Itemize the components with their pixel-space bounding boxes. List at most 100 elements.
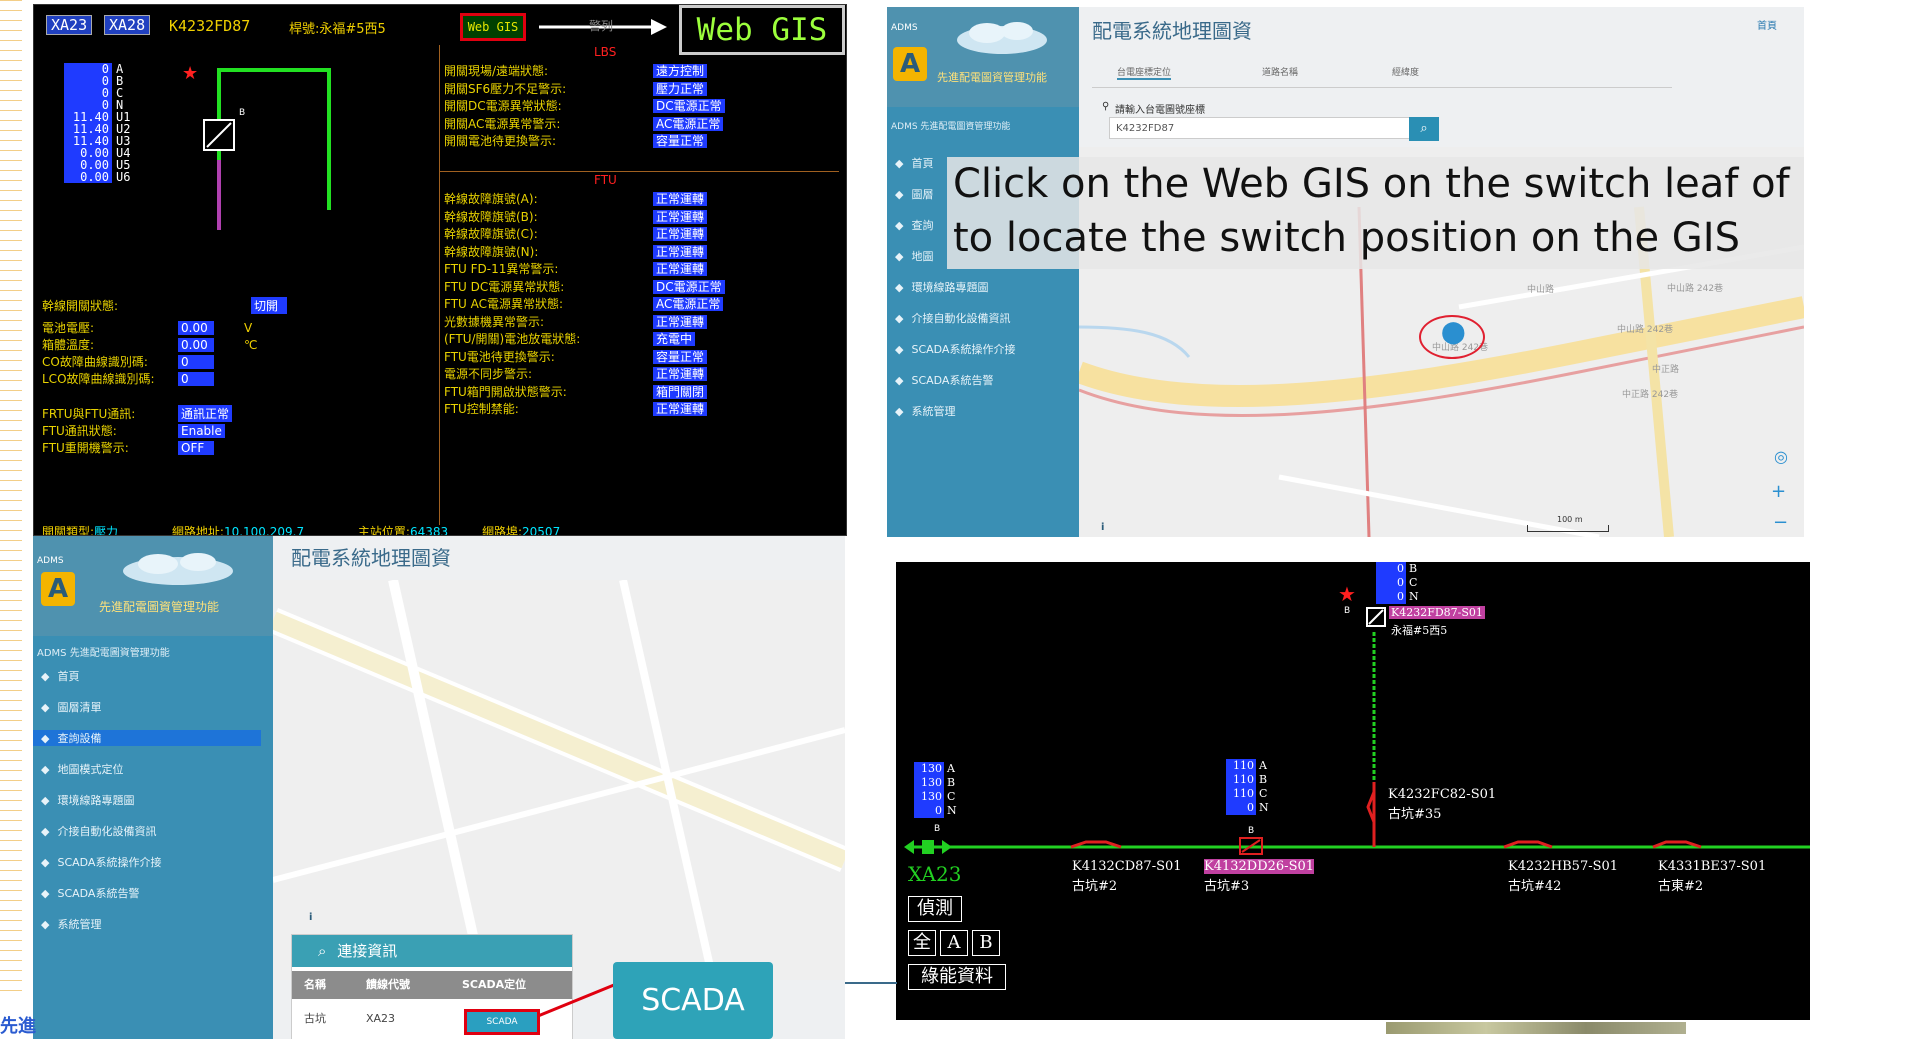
phase-all-button[interactable]: 全 [908,930,936,956]
phase-b-button[interactable]: B [972,930,1000,956]
status-unit: V [244,321,253,335]
status-label: FTU DC電源異常狀態: [444,279,565,294]
sidebar-item-label: SCADA系統操作介接 [911,343,1016,356]
switch-leaf-symbol[interactable]: B [199,60,379,240]
status-label: 開關SF6壓力不足警示: [444,81,567,96]
sidebar-item[interactable]: ◆ 圖層清單 [41,699,261,715]
sidebar-item[interactable]: ◆ SCADA系統操作介接 [895,341,1065,357]
status-label: (FTU/開關)電池放電狀態: [444,332,581,346]
feeder-tag-xa23[interactable]: XA23 [46,15,93,35]
value: 110 [1226,759,1256,773]
sidebar-item-icon: ◆ [895,157,904,170]
map-street-label: 中山路 [1527,285,1555,295]
status-value: 正常運轉 [653,227,708,241]
info-icon[interactable]: i [1101,522,1104,533]
row-feeder: XA23 [366,1012,396,1025]
sidebar-item[interactable]: ◆ 系統管理 [41,916,261,932]
location-pin-icon[interactable]: ⬤ [1441,320,1466,345]
status-row: (FTU/開關)電池放電狀態: 充電中 [444,331,725,349]
cloud-network-icon [123,553,233,585]
locate-icon[interactable]: ◎ [1774,447,1788,466]
detect-button[interactable]: 偵測 [908,896,962,922]
sidebar-item[interactable]: ◆ 系統管理 [895,403,1065,419]
phase: A [1259,759,1267,772]
search-button[interactable]: ⌕ [1409,117,1439,141]
sidebar-item[interactable]: ◆ 介接自動化設備資訊 [895,310,1065,326]
feeder-breaker-icon[interactable] [904,837,964,857]
status-row: 幹線故障旗號(B): 正常運轉 [444,209,725,227]
phase: C [1259,787,1268,800]
sidebar-item-label: 圖層 [911,188,934,201]
status-row: 幹線故障旗號(A): 正常運轉 [444,191,725,209]
status-label: 幹線故障旗號(N): [444,244,539,259]
map-street-label: 中正路 242巷 [1622,390,1679,400]
home-link[interactable]: 首頁 [1757,17,1777,32]
footer-value: 20507 [522,525,561,536]
zoom-in-button[interactable]: + [1771,481,1786,502]
tab-tpc-coordinate[interactable]: 台電座標定位 [1117,65,1172,80]
sidebar-item-label: 地圖模式定位 [57,763,124,776]
sidebar-item[interactable]: ◆ 介接自動化設備資訊 [41,823,261,839]
tab-lat-lon[interactable]: 經緯度 [1392,65,1419,78]
sidebar-item-icon: ◆ [895,343,904,356]
status-value: 正常運轉 [653,209,708,224]
phase: C [947,790,956,803]
green-energy-button[interactable]: 綠能資料 [908,964,1006,990]
sidebar-item-icon: ◆ [41,856,50,869]
status-value: 容量正常 [653,134,708,148]
scada-locate-button[interactable]: SCADA [464,1009,540,1035]
status-label: FTU電池待更換警示: [444,349,555,364]
sidebar-item[interactable]: ◆ SCADA系統告警 [41,885,261,901]
value-row: 110 C [1226,787,1269,801]
scada-footer: 開關類型:壓力 網路地址:10.100.209.7 主站位置:64383 網路埠… [42,523,561,536]
phase: A [947,762,955,775]
status-label: FRTU與FTU通訊: [42,407,136,421]
status-row: 開關SF6壓力不足警示: 壓力正常 [444,81,725,99]
coordinate-input[interactable] [1109,117,1413,139]
switch-code: K4232FD87 [169,17,251,35]
sidebar-item[interactable]: ◆ 首頁 [41,668,261,684]
footer-value: 64383 [409,525,449,536]
feeder-tag-xa28[interactable]: XA28 [104,15,151,35]
pole-number: 桿號:永福#5西5 [289,22,386,37]
switch-code: K4232HB57-S01 [1508,859,1619,874]
tab-road-name[interactable]: 道路名稱 [1262,65,1298,78]
sidebar-item-icon: ◆ [895,219,904,232]
phase-a-button[interactable]: A [940,930,968,956]
map-street-label: 中山路 242巷 [1617,325,1674,335]
map-street-label: 中正路 [1652,365,1680,375]
cloud-network-icon [957,22,1047,54]
sidebar-item[interactable]: ◆ 查詢設備 [33,730,261,746]
sidebar-item[interactable]: ◆ 環境線路專題圖 [895,279,1065,295]
sidebar-item[interactable]: ◆ SCADA系統操作介接 [41,854,261,870]
sidebar-item[interactable]: ◆ 地圖模式定位 [41,761,261,777]
sidebar-item[interactable]: ◆ SCADA系統告警 [895,372,1065,388]
phase-row: 0.00 U6 [64,171,130,183]
scada-callout: SCADA [613,962,773,1039]
status-row: FTU電池待更換警示: 容量正常 [444,349,725,367]
zoom-out-button[interactable]: − [1773,512,1788,533]
status-label: FTU重開機警示: [42,441,129,455]
panel-title: 連接資訊 [337,942,398,960]
column-header: 饋線代號 [366,978,410,991]
sidebar-item[interactable]: ◆ 環境線路專題圖 [41,792,261,808]
connection-info-panel: ⌕ 連接資訊 名稱 饋線代號 SCADA定位 古坑 XA23 SCADA [291,934,573,1039]
sidebar-item-label: SCADA系統操作介接 [57,856,162,869]
search-icon: ⌕ [318,942,327,960]
status-label: 電池電壓: [42,321,95,335]
status-value: DC電源正常 [653,279,725,294]
feeder-label: XA23 [908,862,962,886]
sidebar-item-label: 查詢 [911,219,934,232]
status-value: 充電中 [653,332,696,346]
map-canvas[interactable] [273,580,845,980]
footer-label: 網路地址: [171,525,224,536]
gis-window-bottom: ADMS A 先進配電圖資管理功能 ADMS 先進配電圖資管理功能 ◆ 首頁 ◆ 圖層… [33,536,845,1039]
info-icon[interactable]: i [309,912,312,923]
status-row: LCO故障曲線識別碼: 0 [42,370,214,387]
web-gis-button[interactable]: Web GIS [460,13,526,41]
status-value: 正常運轉 [653,192,708,206]
sidebar-subtitle: ADMS 先進配電圖資管理功能 [891,122,1011,132]
status-unit: ℃ [244,338,258,352]
footer-label: 開關類型: [42,525,95,536]
sidebar-item-icon: ◆ [895,188,904,201]
